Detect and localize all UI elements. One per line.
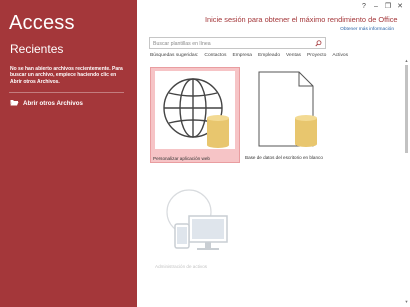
open-other-files-button[interactable]: Abrir otros Archivos (10, 99, 83, 108)
sign-in-link[interactable]: Inicie sesión para obtener el máximo ren… (205, 15, 398, 24)
globe-database-icon (163, 78, 229, 148)
vertical-scrollbar[interactable]: ▲ ▼ (404, 58, 409, 304)
category-link-empresa[interactable]: Empresa (232, 53, 252, 58)
recent-heading: Recientes (10, 42, 64, 56)
scroll-thumb[interactable] (405, 65, 408, 153)
minimize-button[interactable]: – (370, 2, 382, 12)
folder-open-icon (10, 99, 19, 108)
app-title: Access (9, 12, 75, 34)
main-panel: ? – ❐ ✕ Inicie sesión para obtener el má… (137, 0, 410, 307)
category-link-proyecto[interactable]: Proyecto (307, 53, 326, 58)
template-thumbnail (155, 182, 235, 260)
suggested-searches: Búsquedas sugeridas: Contactos Empresa E… (150, 53, 354, 58)
category-link-contactos[interactable]: Contactos (204, 53, 226, 58)
devices-icon (166, 189, 228, 250)
sidebar-divider (9, 92, 124, 93)
template-label: Administración de activos (155, 264, 208, 269)
category-link-activos[interactable]: Activos (332, 53, 348, 58)
template-label: Base de datos del escritorio en blanco (245, 155, 323, 160)
category-link-ventas[interactable]: Ventas (286, 53, 301, 58)
template-thumbnail (155, 71, 235, 149)
template-thumbnail (247, 70, 327, 148)
sidebar: Access Recientes No se han abierto archi… (0, 0, 137, 307)
search-icon[interactable] (315, 39, 322, 47)
template-blank-desktop-database[interactable]: Base de datos del escritorio en blanco (243, 67, 333, 163)
empty-recent-message: No se han abierto archivos recientemente… (10, 66, 123, 85)
close-button[interactable]: ✕ (394, 2, 406, 12)
restore-button[interactable]: ❐ (382, 2, 394, 12)
template-asset-management[interactable]: Administración de activos (153, 180, 237, 271)
template-search-input[interactable] (153, 39, 313, 48)
template-search-box (149, 37, 326, 49)
more-info-link[interactable]: Obtener más información (340, 27, 394, 32)
suggested-searches-label: Búsquedas sugeridas: (150, 53, 199, 58)
scroll-up-arrow-icon[interactable]: ▲ (404, 58, 409, 63)
window-controls: ? – ❐ ✕ (358, 2, 406, 12)
template-custom-web-app[interactable]: Personalizar aplicación web (150, 67, 240, 163)
category-link-empleado[interactable]: Empleado (258, 53, 280, 58)
help-button[interactable]: ? (358, 2, 370, 12)
open-other-files-label: Abrir otros Archivos (23, 100, 83, 107)
blank-document-database-icon (258, 71, 317, 147)
scroll-down-arrow-icon[interactable]: ▼ (404, 299, 409, 304)
template-label: Personalizar aplicación web (153, 156, 210, 161)
